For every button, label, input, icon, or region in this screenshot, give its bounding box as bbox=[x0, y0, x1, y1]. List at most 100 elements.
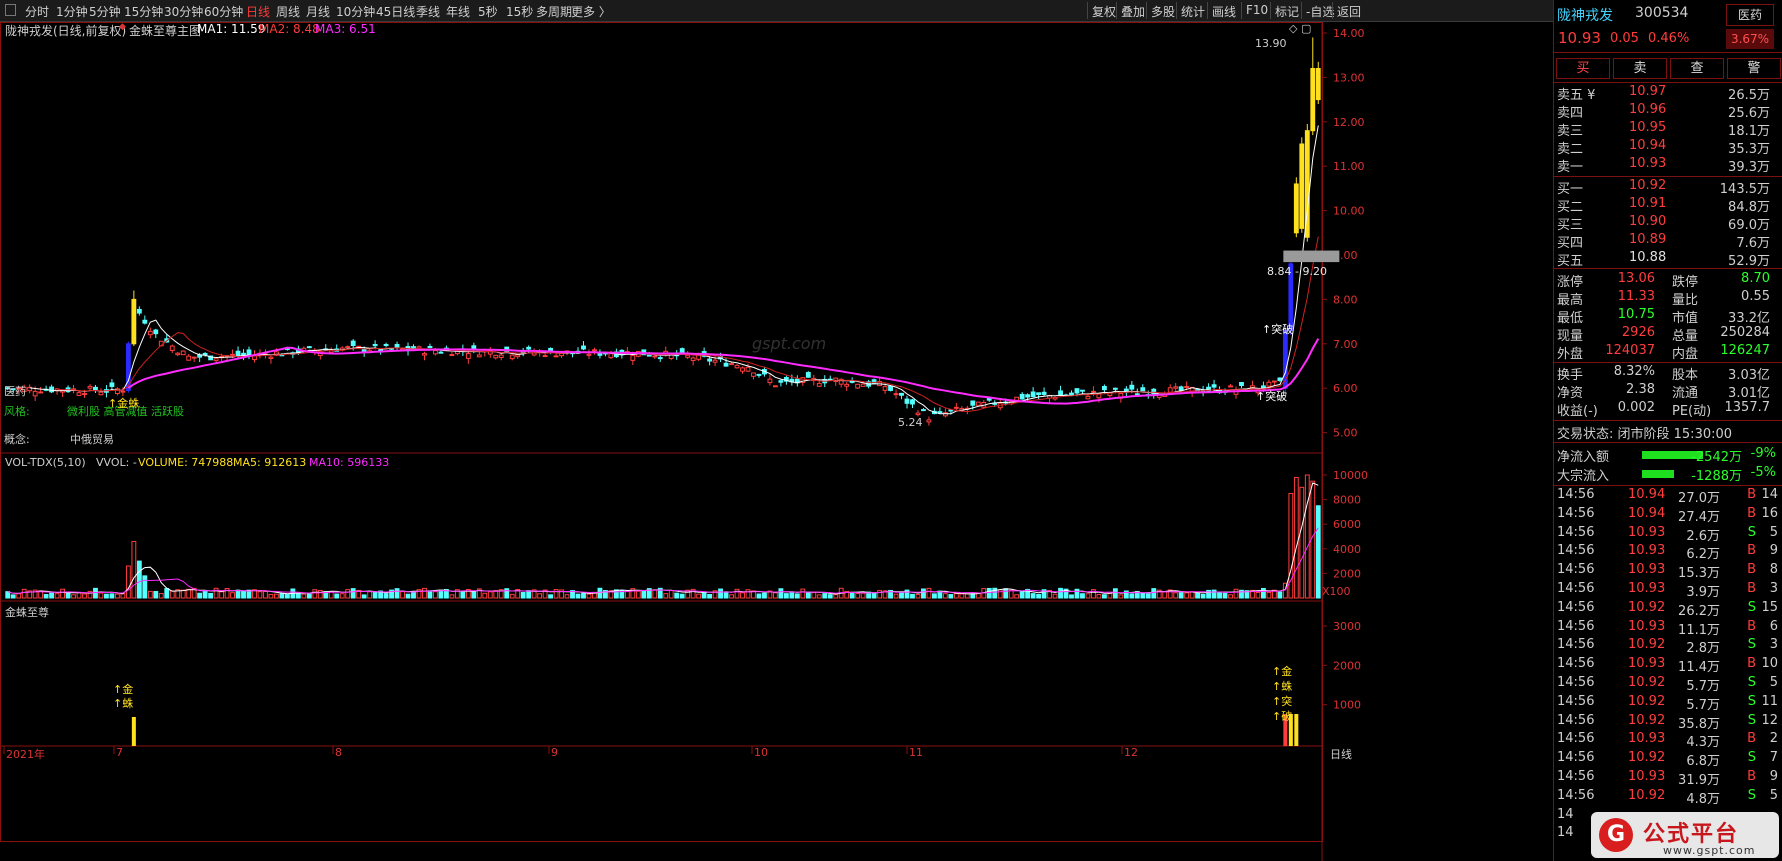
tick-time: 14:56 bbox=[1557, 769, 1595, 784]
stock-name: 陇神戎发 bbox=[1557, 8, 1613, 24]
timeframe-tab-2[interactable]: 5分钟 bbox=[89, 3, 121, 20]
candle-body bbox=[213, 358, 219, 362]
timeframe-tab-1[interactable]: 1分钟 bbox=[56, 3, 88, 20]
volume-bar bbox=[449, 594, 455, 599]
trade-button-3[interactable]: 警 bbox=[1727, 58, 1781, 79]
tick-vol: 26.2万 bbox=[1678, 603, 1720, 619]
bid-price: 10.92 bbox=[1629, 178, 1667, 193]
tick-dir: S bbox=[1747, 599, 1756, 615]
volume-bar bbox=[668, 590, 674, 599]
volume-bar bbox=[520, 592, 526, 599]
timeframe-tab-9[interactable]: 10分钟 bbox=[336, 3, 375, 20]
timeframe-tab-11[interactable]: 季线 bbox=[416, 3, 440, 20]
toolbar-button-7[interactable]: -自选 bbox=[1306, 3, 1334, 20]
volume-bar bbox=[910, 593, 915, 599]
timeframe-tab-12[interactable]: 年线 bbox=[446, 3, 470, 20]
tick-vol: 11.1万 bbox=[1678, 622, 1720, 638]
kline-chart[interactable]: 14.0013.0012.0011.0010.009.008.007.006.0… bbox=[0, 22, 1553, 861]
volume-bar bbox=[279, 593, 285, 599]
tick-time: 14:56 bbox=[1557, 750, 1595, 766]
volume-bar bbox=[948, 594, 954, 599]
toolbar-button-3[interactable]: 统计 bbox=[1181, 3, 1205, 20]
candle-body bbox=[586, 353, 592, 356]
signal-breakout-1: ↑突破 bbox=[1262, 323, 1294, 336]
candle-body bbox=[1091, 390, 1096, 393]
volume-bar bbox=[471, 590, 477, 599]
candle-body bbox=[433, 350, 438, 355]
candle-body bbox=[383, 343, 389, 347]
date-axis-label: 8 bbox=[335, 746, 342, 759]
timeframe-tab-0[interactable]: 分时 bbox=[25, 3, 49, 20]
indicator-name: 金蛛至尊主图 bbox=[129, 24, 202, 38]
toolbar-button-4[interactable]: 画线 bbox=[1212, 3, 1236, 20]
trade-button-2[interactable]: 查 bbox=[1670, 58, 1724, 79]
chart-title: 陇神戎发(日线,前复权) bbox=[5, 24, 127, 38]
candle-body bbox=[153, 329, 159, 335]
volume-bar bbox=[367, 591, 373, 599]
candle-body bbox=[131, 298, 137, 345]
date-axis-label: 11 bbox=[909, 746, 923, 759]
ask-vol: 39.3万 bbox=[1728, 160, 1770, 175]
toolbar-button-6[interactable]: 标记 bbox=[1275, 3, 1299, 20]
timeframe-tab-6[interactable]: 日线 bbox=[246, 3, 270, 20]
tick-price: 10.93 bbox=[1628, 618, 1666, 634]
kline-chart-area[interactable]: 14.00 13.00 12.00 11.00 10.00 9.00 8.00 7.00 6.0… bbox=[0, 22, 1553, 861]
tick-price: 10.93 bbox=[1628, 656, 1666, 672]
toolbar-button-1[interactable]: 叠加 bbox=[1121, 3, 1145, 20]
timeframe-tab-10[interactable]: 45日线 bbox=[376, 3, 415, 20]
timeframe-tab-14[interactable]: 15秒 bbox=[506, 3, 533, 20]
bid-vol: 84.8万 bbox=[1728, 200, 1770, 215]
trade-status: 交易状态: 闭市阶段 15:30:00 bbox=[1557, 427, 1733, 442]
timeframe-tab-7[interactable]: 周线 bbox=[276, 3, 300, 20]
divider bbox=[1554, 176, 1782, 177]
volume-bar bbox=[932, 593, 937, 599]
volume-bar bbox=[1074, 588, 1080, 599]
candle-body bbox=[449, 354, 455, 357]
candle-body bbox=[926, 419, 932, 423]
volume-bar bbox=[49, 592, 55, 599]
candle-body bbox=[32, 390, 38, 397]
tick-price: 10.92 bbox=[1628, 750, 1666, 766]
top-toolbar: 分时 1分钟 5分钟 15分钟 30分钟 60分钟 日线 周线 月线 10分钟 45日线 季线 年线 5秒… bbox=[0, 0, 1553, 22]
candle-body bbox=[608, 353, 614, 359]
tick-count: 12 bbox=[1761, 712, 1778, 728]
candle-body bbox=[740, 367, 745, 372]
chart-watermark: gspt.com bbox=[752, 334, 827, 353]
candle-body bbox=[1112, 387, 1118, 390]
toolbar-button-0[interactable]: 复权 bbox=[1092, 3, 1116, 20]
tick-price: 10.92 bbox=[1628, 787, 1666, 803]
divider bbox=[1554, 268, 1782, 269]
bid-label: 买四 bbox=[1557, 236, 1584, 251]
toolbar-button-8[interactable]: 返回 bbox=[1337, 3, 1361, 20]
ma2-value: MA2: 8.48 bbox=[259, 22, 320, 36]
volume-bar bbox=[235, 589, 241, 599]
timeframe-tab-5[interactable]: 60分钟 bbox=[204, 3, 243, 20]
trade-button-0[interactable]: 买 bbox=[1556, 58, 1610, 79]
trade-button-1[interactable]: 卖 bbox=[1613, 58, 1667, 79]
flow-label: 大宗流入 bbox=[1557, 469, 1610, 484]
candle-body bbox=[1041, 391, 1047, 395]
toolbar-button-5[interactable]: F10 bbox=[1246, 3, 1268, 17]
divider bbox=[1554, 420, 1782, 421]
toolbar-button-2[interactable]: 多股 bbox=[1151, 3, 1175, 20]
window-icon[interactable] bbox=[5, 4, 16, 16]
timeframe-tab-8[interactable]: 月线 bbox=[306, 3, 330, 20]
timeframe-tab-16[interactable]: 更多 〉 bbox=[571, 3, 611, 20]
concept-values: 中俄贸易 bbox=[70, 433, 114, 446]
timeframe-tab-13[interactable]: 5秒 bbox=[478, 3, 498, 20]
volume-bar bbox=[1304, 474, 1310, 599]
sector-button[interactable]: 医药 bbox=[1726, 4, 1774, 26]
volume-bar bbox=[169, 590, 175, 599]
timeframe-tab-15[interactable]: 多周期 bbox=[536, 3, 572, 20]
vol-axis-label: 8000 bbox=[1333, 494, 1361, 507]
tick-vol: 15.3万 bbox=[1678, 566, 1720, 582]
timeframe-tab-3[interactable]: 15分钟 bbox=[124, 3, 163, 20]
chart-settings-icon[interactable]: ◇ ▢ bbox=[1289, 22, 1311, 35]
candle-body bbox=[1310, 68, 1316, 132]
candle-body bbox=[548, 347, 554, 351]
signal-marker-right: ↑破 bbox=[1272, 710, 1293, 723]
timeframe-tab-4[interactable]: 30分钟 bbox=[164, 3, 203, 20]
volume-bar bbox=[180, 589, 186, 599]
volume-bar bbox=[592, 592, 597, 599]
tick-count: 6 bbox=[1769, 618, 1778, 634]
